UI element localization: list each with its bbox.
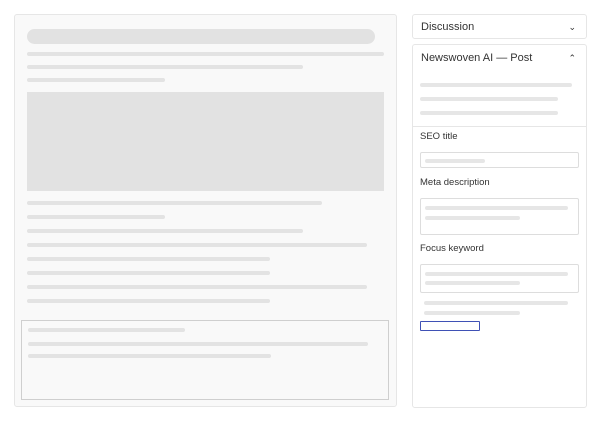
paragraph-line bbox=[27, 229, 303, 233]
input-placeholder-line bbox=[425, 281, 520, 285]
paragraph-line bbox=[27, 201, 322, 205]
discussion-panel-title: Discussion bbox=[421, 21, 475, 33]
editor-canvas[interactable] bbox=[14, 14, 397, 407]
newswoven-panel: Newswoven AI — Post ⌃ SEO title Meta des… bbox=[412, 44, 587, 408]
hint-line bbox=[424, 301, 568, 305]
newswoven-panel-header[interactable]: Newswoven AI — Post ⌃ bbox=[413, 45, 586, 71]
hint-line bbox=[424, 311, 520, 315]
focus-keyword-label: Focus keyword bbox=[420, 243, 484, 254]
paragraph-line bbox=[28, 354, 271, 358]
input-placeholder-line bbox=[425, 272, 568, 276]
discussion-panel-header[interactable]: Discussion ⌄ bbox=[413, 15, 586, 39]
seo-title-label: SEO title bbox=[420, 131, 458, 142]
paragraph-line bbox=[27, 299, 270, 303]
paragraph-line bbox=[27, 65, 303, 69]
chevron-up-icon[interactable]: ⌃ bbox=[568, 53, 576, 64]
paragraph-line bbox=[28, 328, 185, 332]
seo-title-input[interactable] bbox=[420, 152, 579, 168]
paragraph-line bbox=[27, 257, 270, 261]
paragraph-line bbox=[27, 243, 367, 247]
post-title-placeholder[interactable] bbox=[27, 29, 375, 44]
discussion-panel[interactable]: Discussion ⌄ bbox=[412, 14, 587, 39]
paragraph-line bbox=[27, 285, 367, 289]
image-block-placeholder[interactable] bbox=[27, 92, 384, 191]
input-placeholder-line bbox=[425, 159, 485, 163]
paragraph-line bbox=[27, 78, 165, 82]
paragraph-line bbox=[28, 342, 368, 346]
chevron-down-icon[interactable]: ⌄ bbox=[568, 22, 576, 33]
paragraph-line bbox=[27, 52, 384, 56]
description-line bbox=[420, 83, 572, 87]
newswoven-panel-title: Newswoven AI — Post bbox=[421, 52, 533, 64]
input-placeholder-line bbox=[425, 206, 568, 210]
meta-description-textarea[interactable] bbox=[420, 198, 579, 235]
panel-divider bbox=[413, 126, 586, 127]
description-line bbox=[420, 111, 558, 115]
meta-description-label: Meta description bbox=[420, 177, 490, 188]
paragraph-line bbox=[27, 271, 270, 275]
generate-button[interactable] bbox=[420, 321, 480, 331]
description-line bbox=[420, 97, 558, 101]
input-placeholder-line bbox=[425, 216, 520, 220]
paragraph-line bbox=[27, 215, 165, 219]
selected-paragraph-block[interactable] bbox=[21, 320, 389, 400]
focus-keyword-input[interactable] bbox=[420, 264, 579, 293]
